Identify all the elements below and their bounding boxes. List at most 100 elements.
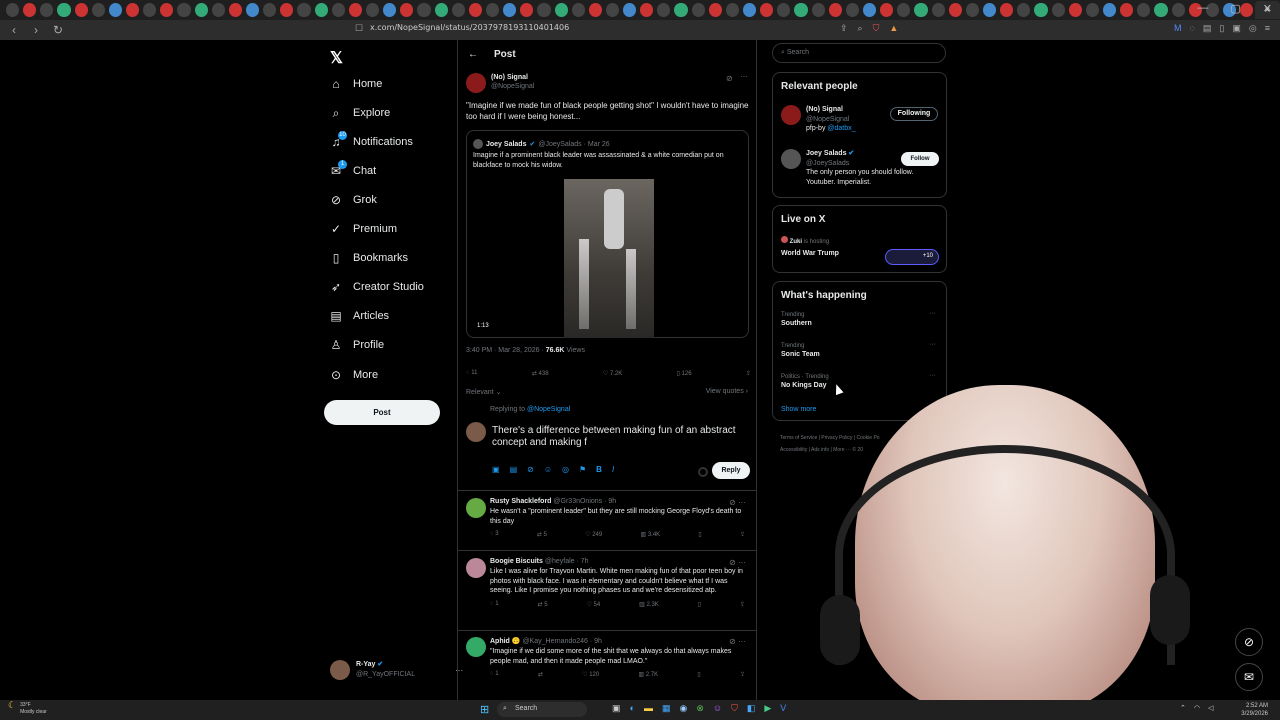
- bookmark-action[interactable]: ▯ 126: [677, 370, 692, 377]
- maximize-button[interactable]: ▢: [1230, 2, 1240, 15]
- extension-icon[interactable]: ▤: [1203, 23, 1212, 34]
- tab-favicon[interactable]: [794, 3, 808, 17]
- tab-favicon[interactable]: [708, 3, 722, 17]
- location-icon[interactable]: ◎: [562, 465, 569, 474]
- tab-favicon[interactable]: [1154, 3, 1168, 17]
- weather-widget[interactable]: ☾ 33°F Mostly clear: [8, 701, 47, 716]
- search-input[interactable]: ⌕ Search: [772, 43, 946, 63]
- task-view-icon[interactable]: ▣: [612, 703, 621, 714]
- tab-favicon[interactable]: [108, 3, 122, 17]
- back-arrow-icon[interactable]: ‹: [6, 23, 22, 37]
- tab-favicon[interactable]: [811, 3, 825, 17]
- tab-favicon[interactable]: [74, 3, 88, 17]
- browser-tab-strip[interactable]: × — ▢ ✕: [0, 0, 1280, 20]
- tab-favicon[interactable]: [143, 3, 157, 17]
- taskbar-clock[interactable]: 2:52 AM 3/29/2026: [1241, 702, 1268, 718]
- grok-floating-icon[interactable]: ⊘: [1235, 628, 1263, 656]
- post-button[interactable]: Post: [324, 400, 440, 425]
- tab-favicon[interactable]: [1017, 3, 1031, 17]
- video-thumbnail[interactable]: [564, 179, 654, 338]
- avatar[interactable]: [781, 105, 801, 125]
- author-name[interactable]: (No) Signal: [491, 73, 534, 82]
- tab-favicon[interactable]: [571, 3, 585, 17]
- tab-favicon[interactable]: [537, 3, 551, 17]
- back-arrow-icon[interactable]: ←: [468, 49, 478, 60]
- taskbar-search[interactable]: ⌕ Search: [497, 702, 587, 717]
- views-action[interactable]: ▥ 2.7K: [638, 671, 658, 678]
- vscode-icon[interactable]: ◧: [747, 703, 756, 714]
- trend-item[interactable]: Trending Southern: [781, 312, 812, 327]
- person-card[interactable]: (No) Signal @NopeSignal pfp-by @datbx_: [781, 105, 856, 134]
- tab-favicon[interactable]: [468, 3, 482, 17]
- extension-icon[interactable]: M: [1174, 23, 1182, 34]
- tab-favicon[interactable]: [228, 3, 242, 17]
- steam-icon[interactable]: ◉: [679, 703, 687, 714]
- discord-icon[interactable]: ☺: [713, 703, 722, 714]
- tab-favicon[interactable]: [520, 3, 534, 17]
- more-dots-icon[interactable]: ···: [929, 310, 936, 317]
- brave-shield-icon[interactable]: ⛉: [873, 23, 880, 34]
- tab-favicon[interactable]: [314, 3, 328, 17]
- file-explorer-icon[interactable]: ▬: [644, 703, 653, 714]
- tab-favicon[interactable]: [725, 3, 740, 17]
- reply-action[interactable]: ◌ 3: [490, 531, 499, 538]
- nav-item-grok[interactable]: ⊘ Grok: [330, 194, 377, 206]
- quoted-post[interactable]: Joey Salads ✔ @JoeySalads · Mar 26 Imagi…: [466, 130, 749, 338]
- tab-favicon[interactable]: [451, 3, 465, 17]
- bookmark-star-icon[interactable]: ☐: [355, 23, 363, 34]
- menu-icon[interactable]: ≡: [1265, 23, 1270, 34]
- nav-item-creator-studio[interactable]: ➶ Creator Studio: [330, 281, 424, 293]
- post-author[interactable]: (No) Signal @NopeSignal: [466, 73, 534, 93]
- tab-favicon[interactable]: [931, 3, 945, 17]
- avatar[interactable]: [781, 149, 801, 169]
- store-icon[interactable]: ▦: [662, 703, 671, 714]
- reply-handle[interactable]: @Kay_Hernando246 · 9h: [522, 638, 602, 645]
- tab-favicon[interactable]: [640, 3, 654, 17]
- tab-favicon[interactable]: [1171, 3, 1185, 17]
- tab-favicon[interactable]: [743, 3, 757, 17]
- tab-favicon[interactable]: [365, 3, 380, 17]
- tab-favicon[interactable]: [674, 3, 688, 17]
- tab-favicon[interactable]: [434, 3, 448, 17]
- grok-icon[interactable]: ⊘: [726, 74, 733, 83]
- views-action[interactable]: ▥ 2.3K: [639, 601, 659, 608]
- reply-input[interactable]: There's a difference between making fun …: [492, 425, 747, 449]
- tab-favicon[interactable]: [897, 3, 911, 17]
- italic-icon[interactable]: I: [612, 465, 614, 474]
- tab-favicon[interactable]: [40, 3, 54, 17]
- tab-favicon[interactable]: [503, 3, 517, 17]
- nav-item-premium[interactable]: ✓ Premium: [330, 223, 397, 235]
- more-dots-icon[interactable]: ···: [929, 341, 936, 348]
- nav-item-more[interactable]: ⊙ More: [330, 369, 378, 381]
- gif-icon[interactable]: ▤: [510, 465, 518, 474]
- avatar[interactable]: [466, 498, 486, 518]
- messages-floating-icon[interactable]: ✉: [1235, 663, 1263, 691]
- live-host[interactable]: Zuki is hosting: [781, 236, 829, 245]
- close-window-button[interactable]: ✕: [1263, 2, 1272, 15]
- bio-link[interactable]: @datbx_: [827, 125, 855, 132]
- reply-action[interactable]: ◌ 1: [490, 671, 499, 678]
- tab-favicon[interactable]: [657, 3, 671, 17]
- tab-favicon[interactable]: [588, 3, 602, 17]
- reply-author[interactable]: Aphid 🙃: [490, 638, 521, 645]
- avatar[interactable]: [466, 73, 486, 93]
- avatar[interactable]: [466, 558, 486, 578]
- nav-item-explore[interactable]: ⌕ Explore: [330, 107, 391, 119]
- tab-favicon[interactable]: [777, 3, 791, 17]
- more-dots-icon[interactable]: ⊘ ···: [729, 637, 746, 646]
- grok-icon[interactable]: ⊘: [527, 465, 534, 474]
- tab-favicon[interactable]: [1000, 3, 1014, 17]
- tab-favicon[interactable]: [863, 3, 877, 17]
- image-icon[interactable]: ▣: [492, 465, 500, 474]
- bookmark-icon[interactable]: ▯: [698, 601, 701, 608]
- tab-favicon[interactable]: [554, 3, 568, 17]
- more-dots-icon[interactable]: ⊘ ···: [729, 558, 746, 567]
- tab-favicon[interactable]: [331, 3, 345, 17]
- share-icon[interactable]: ⇪: [746, 370, 751, 377]
- author-handle[interactable]: @NopeSignal: [491, 82, 534, 91]
- nav-item-profile[interactable]: ♙ Profile: [330, 339, 385, 351]
- volume-icon[interactable]: ◁: [1208, 704, 1213, 712]
- tab-favicon[interactable]: [605, 3, 620, 17]
- tab-favicon[interactable]: [160, 3, 174, 17]
- share-icon[interactable]: ⇪: [740, 531, 745, 538]
